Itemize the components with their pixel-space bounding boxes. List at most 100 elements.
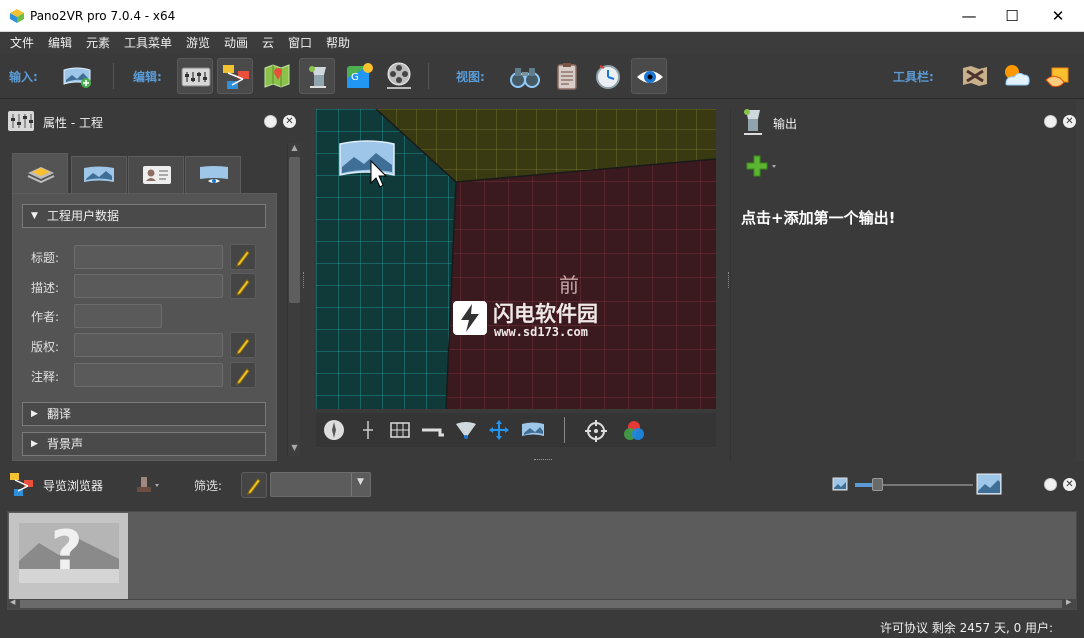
preview-button[interactable] bbox=[631, 58, 667, 94]
menu-bar: 文件 编辑 元素 工具菜单 游览 动画 云 窗口 帮助 bbox=[0, 32, 1084, 53]
horizontal-scroll-thumb[interactable] bbox=[20, 600, 1062, 608]
comment-field[interactable] bbox=[74, 363, 223, 387]
description-field[interactable] bbox=[74, 274, 223, 298]
author-label: 作者: bbox=[31, 310, 60, 324]
menu-cloud[interactable]: 云 bbox=[262, 34, 274, 51]
float-output-button[interactable] bbox=[1044, 115, 1057, 128]
horizontal-splitter[interactable] bbox=[534, 459, 552, 461]
map-icon bbox=[264, 64, 290, 88]
horizontal-scrollbar[interactable]: ◀ ▶ bbox=[8, 598, 1076, 609]
scroll-left-icon[interactable]: ◀ bbox=[10, 598, 15, 606]
close-window-button[interactable]: ✕ bbox=[1035, 0, 1081, 32]
hand-button[interactable] bbox=[1040, 58, 1076, 94]
input-label: 输入: bbox=[9, 70, 38, 84]
edit-description-button[interactable] bbox=[230, 273, 256, 299]
zoom-slider-handle[interactable] bbox=[872, 478, 883, 491]
output-panel-icon bbox=[744, 109, 762, 135]
properties-button[interactable] bbox=[177, 58, 213, 94]
move-icon[interactable] bbox=[487, 418, 511, 442]
section-translate-label: 翻译 bbox=[47, 407, 72, 421]
panorama-view-icon[interactable] bbox=[520, 418, 546, 442]
panorama-viewer[interactable]: 前 闪电软件园 www.sd173.com bbox=[316, 109, 716, 409]
compass-icon[interactable] bbox=[322, 418, 346, 442]
tour-browser-list: ? ◀ ▶ bbox=[7, 511, 1077, 610]
view-cone-icon[interactable] bbox=[453, 418, 479, 442]
edit-copyright-button[interactable] bbox=[230, 332, 256, 358]
title-bar: Pano2VR pro 7.0.4 - x64 — ☐ ✕ bbox=[0, 0, 1084, 32]
tab-user-data[interactable] bbox=[128, 156, 184, 193]
tour-map-button[interactable] bbox=[217, 58, 253, 94]
add-panorama-button[interactable] bbox=[59, 58, 95, 94]
panorama-thumbnail[interactable]: ? bbox=[9, 513, 128, 599]
properties-panel-title: 属性 - 工程 bbox=[43, 116, 103, 130]
map-tool-button[interactable] bbox=[957, 58, 993, 94]
section-user-data-label: 工程用户数据 bbox=[47, 209, 120, 223]
menu-tools[interactable]: 工具菜单 bbox=[124, 34, 172, 51]
float-panel-button[interactable] bbox=[264, 115, 277, 128]
author-field[interactable] bbox=[74, 304, 162, 328]
clock-icon bbox=[596, 65, 620, 89]
filter-edit-button[interactable] bbox=[241, 472, 267, 498]
add-output-hint: 点击+添加第一个输出! bbox=[741, 209, 896, 227]
stamp-icon bbox=[137, 477, 159, 492]
viewer-button[interactable] bbox=[507, 58, 543, 94]
title-field[interactable] bbox=[74, 245, 223, 269]
close-panel-button[interactable]: ✕ bbox=[283, 115, 296, 128]
tab-project[interactable] bbox=[12, 153, 68, 193]
maximize-button[interactable]: ☐ bbox=[989, 0, 1035, 32]
section-translate[interactable]: ▶ 翻译 bbox=[22, 402, 266, 426]
section-background-sound[interactable]: ▶ 背景声 bbox=[22, 432, 266, 456]
float-browser-button[interactable] bbox=[1044, 478, 1057, 491]
tab-panorama[interactable] bbox=[71, 156, 127, 193]
animation-button[interactable] bbox=[381, 58, 417, 94]
edit-title-button[interactable] bbox=[230, 244, 256, 270]
add-output-button[interactable] bbox=[744, 153, 780, 179]
menu-window[interactable]: 窗口 bbox=[288, 34, 312, 51]
menu-edit[interactable]: 编辑 bbox=[48, 34, 72, 51]
close-browser-button[interactable]: ✕ bbox=[1063, 478, 1076, 491]
google-street-view-button[interactable]: G bbox=[341, 58, 377, 94]
color-correction-icon[interactable] bbox=[621, 418, 647, 444]
app-logo-icon bbox=[10, 9, 24, 23]
tab-viewing-params[interactable] bbox=[185, 156, 241, 193]
weather-button[interactable] bbox=[998, 58, 1034, 94]
menu-help[interactable]: 帮助 bbox=[326, 34, 350, 51]
crosshair-icon[interactable] bbox=[356, 418, 380, 442]
edit-comment-button[interactable] bbox=[230, 362, 256, 388]
properties-scrollbar[interactable]: ▲ ▼ bbox=[287, 143, 300, 456]
scroll-down-icon[interactable]: ▼ bbox=[289, 443, 300, 455]
add-panorama-icon bbox=[63, 67, 91, 88]
pencil-icon bbox=[236, 279, 250, 296]
menu-tour[interactable]: 游览 bbox=[186, 34, 210, 51]
skin-editor-button[interactable] bbox=[299, 58, 335, 94]
expand-right-icon: ▶ bbox=[31, 439, 38, 449]
minimize-button[interactable]: — bbox=[946, 0, 992, 32]
properties-panel-icon bbox=[8, 111, 34, 131]
copyright-field[interactable] bbox=[74, 333, 223, 357]
menu-file[interactable]: 文件 bbox=[10, 34, 34, 51]
timer-button[interactable] bbox=[590, 58, 626, 94]
sort-button[interactable] bbox=[134, 474, 162, 496]
notes-button[interactable] bbox=[549, 58, 585, 94]
floor-plan-button[interactable] bbox=[259, 58, 295, 94]
scroll-right-icon[interactable]: ▶ bbox=[1066, 598, 1071, 606]
menu-elements[interactable]: 元素 bbox=[86, 34, 110, 51]
filter-select[interactable]: ▼ bbox=[270, 472, 371, 497]
section-user-data[interactable]: ▼ 工程用户数据 bbox=[22, 204, 266, 228]
splitter-handle[interactable] bbox=[303, 272, 306, 288]
close-output-button[interactable]: ✕ bbox=[1063, 115, 1076, 128]
scroll-thumb[interactable] bbox=[289, 157, 300, 303]
menu-animation[interactable]: 动画 bbox=[224, 34, 248, 51]
hand-icon bbox=[1045, 67, 1069, 87]
grid-icon[interactable] bbox=[388, 418, 412, 442]
license-status: 许可协议 剩余 2457 天, 0 用户: bbox=[880, 621, 1054, 635]
ruler-icon[interactable] bbox=[420, 418, 446, 442]
scroll-up-icon[interactable]: ▲ bbox=[289, 143, 300, 155]
small-thumbnail-icon bbox=[832, 477, 848, 491]
description-label: 描述: bbox=[31, 281, 60, 295]
target-icon[interactable] bbox=[583, 418, 609, 444]
skin-icon bbox=[309, 66, 326, 88]
tour-browser-title: 导览浏览器 bbox=[43, 479, 104, 493]
splitter-handle-right[interactable] bbox=[728, 272, 731, 288]
binoculars-icon bbox=[510, 68, 540, 88]
